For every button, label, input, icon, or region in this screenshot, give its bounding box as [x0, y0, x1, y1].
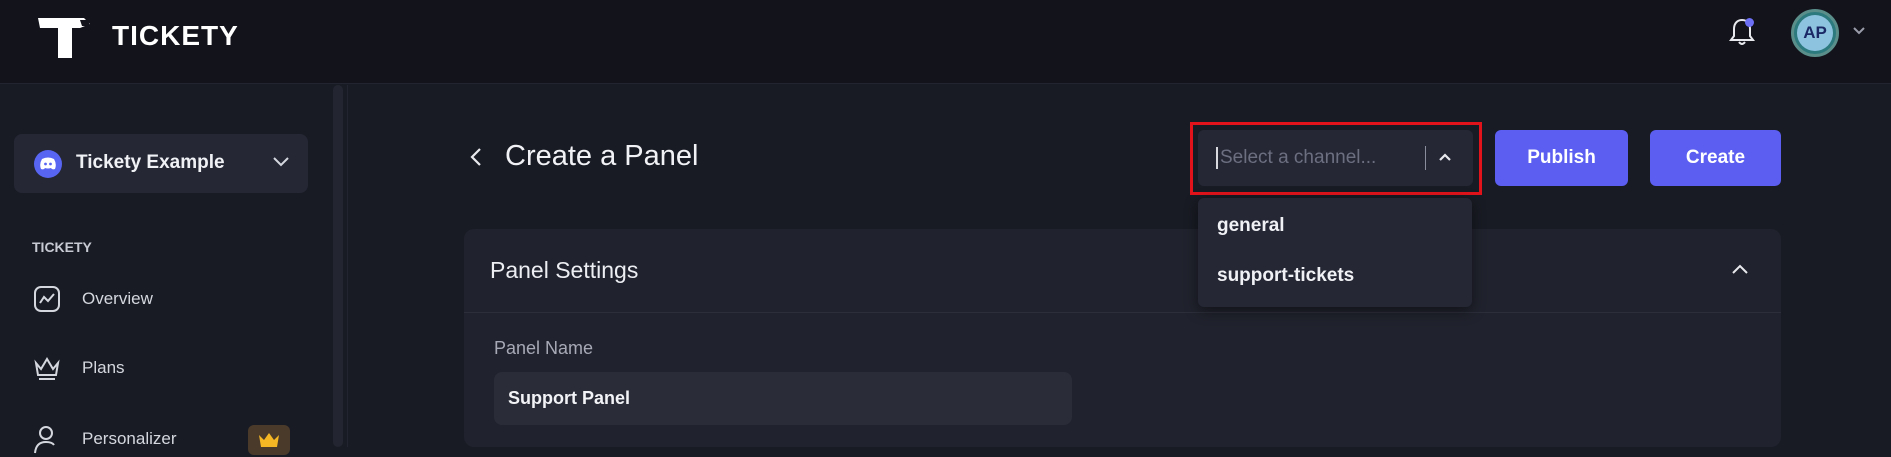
dropdown-option-general[interactable]: general [1217, 215, 1285, 237]
sidebar-item-label: Personalizer [82, 429, 177, 448]
sidebar-item-label: Overview [82, 289, 153, 308]
sidebar-scrollbar[interactable] [333, 85, 343, 447]
chevron-down-icon[interactable] [1852, 26, 1866, 36]
avatar-initials: AP [1797, 15, 1833, 51]
brand-name[interactable]: TICKETY [112, 20, 239, 52]
user-edit-icon [34, 426, 55, 454]
publish-button[interactable]: Publish [1495, 130, 1628, 186]
chart-icon [34, 286, 60, 312]
crown-outline-icon [34, 357, 60, 380]
panel-name-field[interactable]: Support Panel [494, 372, 1072, 425]
select-divider [1425, 146, 1426, 170]
panel-settings-card: Panel Settings Panel Name Support Panel [464, 229, 1781, 447]
discord-icon [34, 150, 62, 178]
chevron-down-icon [273, 157, 289, 167]
chevron-up-icon[interactable] [1438, 152, 1452, 162]
notification-dot [1745, 18, 1754, 27]
server-selector[interactable]: Tickety Example [14, 134, 308, 193]
channel-select[interactable]: Select a channel... [1198, 130, 1473, 186]
dropdown-option-support-tickets[interactable]: support-tickets [1217, 265, 1354, 287]
panel-name-label: Panel Name [494, 338, 594, 358]
panel-settings-title: Panel Settings [490, 257, 639, 283]
crown-icon [259, 433, 279, 447]
page-title: Create a Panel [505, 140, 699, 172]
panel-name-value: Support Panel [508, 388, 631, 408]
avatar[interactable]: AP [1791, 9, 1839, 57]
top-bar: TICKETY AP [0, 0, 1891, 84]
section-label-tickety: TICKETY [32, 239, 92, 255]
sidebar-item-plans[interactable]: Plans [32, 350, 322, 386]
channel-select-input[interactable]: Select a channel... [1216, 147, 1416, 169]
premium-badge [248, 425, 290, 455]
back-arrow-icon[interactable] [468, 146, 484, 168]
tickety-logo-icon[interactable] [36, 14, 92, 60]
sidebar-item-label: Plans [82, 358, 125, 377]
server-name: Tickety Example [76, 152, 225, 173]
channel-dropdown-menu: general support-tickets [1198, 198, 1472, 307]
chevron-up-icon[interactable] [1731, 263, 1749, 275]
panel-settings-header[interactable]: Panel Settings [464, 229, 1781, 313]
create-button[interactable]: Create [1650, 130, 1781, 186]
sidebar: Tickety Example TICKETY Overview Plans P… [0, 85, 348, 455]
sidebar-item-overview[interactable]: Overview [32, 281, 322, 317]
